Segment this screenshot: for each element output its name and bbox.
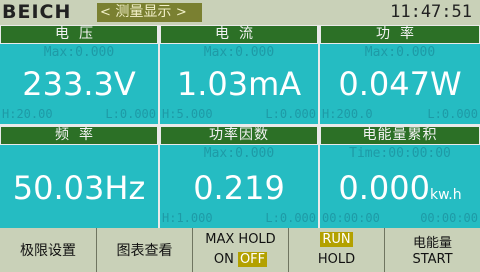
power-factor-panel: 功率因数 Max:0.000 0.219 H:1.000 L:0.000	[160, 126, 318, 228]
max-hold-button[interactable]: MAX HOLD ON OFF	[192, 228, 288, 272]
voltage-low-limit: L:0.000	[105, 107, 156, 121]
power-title: 功率	[320, 25, 480, 44]
divider-vertical-1	[158, 25, 160, 228]
divider-vertical-2	[318, 25, 320, 228]
energy-value: 0.000	[338, 169, 430, 207]
chart-view-label: 图表查看	[116, 243, 173, 259]
limit-settings-label: 极限设置	[20, 243, 76, 259]
current-max: Max:0.000	[203, 45, 275, 60]
max-hold-label: MAX HOLD	[205, 232, 276, 247]
energy-button-label: 电能量	[412, 236, 452, 251]
power-factor-low-limit: L:0.000	[265, 211, 316, 225]
energy-panel: 电能量累积 Time:00:00:00 0.000kw.h 00:00:00 0…	[320, 126, 480, 228]
current-high-limit: H:5.000	[162, 107, 213, 121]
power-factor-value: 0.219	[193, 169, 285, 207]
divider-horizontal	[0, 124, 480, 126]
current-low-limit: L:0.000	[265, 107, 316, 121]
brand-logo: BEICH	[2, 1, 72, 23]
energy-value-group: 0.000kw.h	[320, 168, 480, 215]
current-title: 电流	[160, 25, 318, 44]
voltage-panel: 电压 Max:0.000 233.3V H:20.00 L:0.000	[0, 25, 158, 124]
voltage-high-limit: H:20.00	[2, 107, 53, 121]
current-value: 1.03mA	[176, 65, 302, 103]
hold-label: HOLD	[317, 252, 356, 267]
chevron-left-icon: <	[100, 5, 111, 20]
power-value: 0.047W	[338, 65, 462, 103]
voltage-title: 电压	[0, 25, 158, 44]
run-state: RUN	[289, 232, 384, 247]
top-bar: BEICH < 测量显示 > 11:47:51	[0, 0, 480, 25]
power-limits: H:200.0 L:0.000	[322, 107, 478, 121]
power-low-limit: L:0.000	[427, 107, 478, 121]
chart-view-button[interactable]: 图表查看	[96, 228, 192, 272]
chevron-right-icon: >	[175, 5, 187, 20]
power-factor-high-limit: H:1.000	[162, 211, 213, 225]
softkey-bar: 极限设置 图表查看 MAX HOLD ON OFF RUN HOLD 电能量 S…	[0, 228, 480, 272]
energy-start-label: START	[412, 252, 453, 267]
energy-unit: kw.h	[430, 187, 462, 203]
energy-title: 电能量累积	[320, 126, 480, 145]
clock: 11:47:51	[390, 2, 472, 22]
measurement-grid: 电压 Max:0.000 233.3V H:20.00 L:0.000 电流 M…	[0, 25, 480, 228]
frequency-panel: 频率 50.03Hz	[0, 126, 158, 228]
energy-end-time: 00:00:00	[420, 211, 478, 225]
current-limits: H:5.000 L:0.000	[162, 107, 316, 121]
mode-selector[interactable]: < 测量显示 >	[97, 3, 202, 22]
power-high-limit: H:200.0	[322, 107, 373, 121]
max-hold-on: ON	[213, 252, 234, 267]
voltage-limits: H:20.00 L:0.000	[2, 107, 156, 121]
power-max: Max:0.000	[364, 45, 436, 60]
max-hold-state: ON OFF	[193, 252, 288, 267]
limit-settings-button[interactable]: 极限设置	[0, 228, 96, 272]
voltage-max: Max:0.000	[43, 45, 115, 60]
voltage-value: 233.3V	[22, 65, 136, 103]
energy-times: 00:00:00 00:00:00	[322, 211, 478, 225]
frequency-value: 50.03Hz	[12, 169, 146, 207]
run-label: RUN	[320, 232, 353, 247]
power-factor-max: Max:0.000	[203, 146, 275, 161]
mode-label: 测量显示	[115, 4, 172, 20]
energy-start-button[interactable]: 电能量 START	[384, 228, 480, 272]
max-hold-off: OFF	[237, 252, 268, 267]
run-hold-button[interactable]: RUN HOLD	[288, 228, 384, 272]
current-panel: 电流 Max:0.000 1.03mA H:5.000 L:0.000	[160, 25, 318, 124]
frequency-title: 频率	[0, 126, 158, 145]
power-factor-limits: H:1.000 L:0.000	[162, 211, 316, 225]
power-panel: 功率 Max:0.000 0.047W H:200.0 L:0.000	[320, 25, 480, 124]
energy-start-time: 00:00:00	[322, 211, 380, 225]
energy-time: Time:00:00:00	[349, 146, 451, 161]
power-factor-title: 功率因数	[160, 126, 318, 145]
